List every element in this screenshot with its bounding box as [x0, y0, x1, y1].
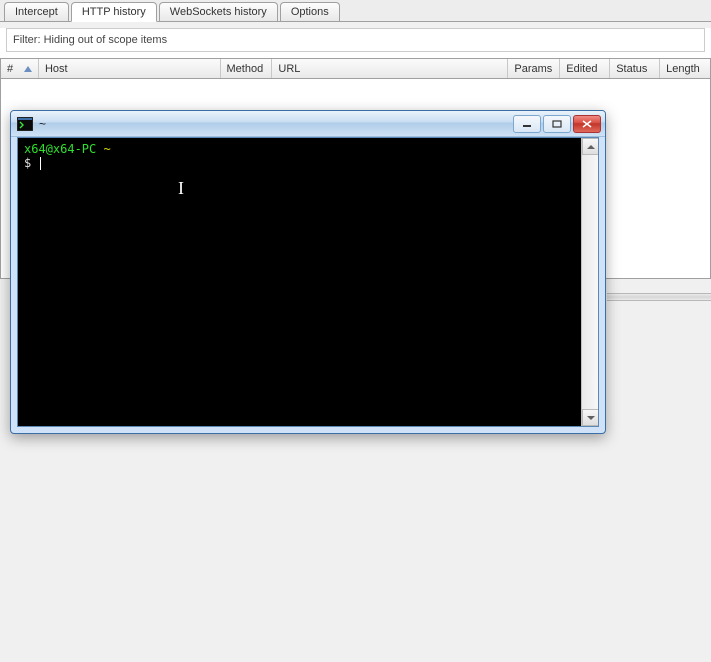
close-button[interactable]	[573, 115, 601, 133]
filter-bar[interactable]: Filter: Hiding out of scope items	[6, 28, 705, 52]
column-url[interactable]: URL	[272, 59, 508, 78]
window-title: ~	[39, 117, 513, 131]
panel-separator[interactable]	[607, 293, 711, 301]
terminal-prompt-path: ~	[103, 142, 110, 156]
column-params[interactable]: Params	[508, 59, 560, 78]
maximize-button[interactable]	[543, 115, 571, 133]
column-status[interactable]: Status	[610, 59, 660, 78]
terminal-content: x64@x64-PC ~ $	[24, 142, 576, 170]
column-method[interactable]: Method	[221, 59, 273, 78]
tab-intercept[interactable]: Intercept	[4, 2, 69, 21]
close-icon	[582, 120, 592, 128]
terminal-scrollbar[interactable]	[581, 138, 598, 426]
terminal-app-icon	[17, 117, 33, 131]
chevron-up-icon	[587, 145, 595, 149]
column-number-label: #	[7, 63, 13, 75]
terminal-body[interactable]: x64@x64-PC ~ $ I	[17, 137, 599, 427]
terminal-window[interactable]: ~ x64@x64-PC ~ $	[10, 110, 606, 434]
column-host[interactable]: Host	[39, 59, 221, 78]
titlebar[interactable]: ~	[11, 111, 605, 137]
window-buttons	[513, 115, 601, 133]
terminal-prompt-symbol: $	[24, 156, 31, 170]
tab-websockets-history[interactable]: WebSockets history	[159, 2, 278, 21]
chevron-down-icon	[587, 416, 595, 420]
filter-value: Hiding out of scope items	[44, 34, 168, 46]
column-edited[interactable]: Edited	[560, 59, 610, 78]
filter-label: Filter:	[13, 34, 41, 46]
minimize-icon	[522, 120, 532, 128]
column-number[interactable]: #	[1, 59, 39, 78]
minimize-button[interactable]	[513, 115, 541, 133]
tab-bar: Intercept HTTP history WebSockets histor…	[0, 0, 711, 22]
text-caret-icon: I	[178, 178, 184, 199]
maximize-icon	[552, 120, 562, 128]
terminal-cursor	[40, 157, 41, 170]
terminal-prompt-user: x64@x64-PC	[24, 142, 96, 156]
tab-http-history[interactable]: HTTP history	[71, 2, 157, 22]
table-header: # Host Method URL Params Edited Status L…	[0, 58, 711, 79]
tab-options[interactable]: Options	[280, 2, 340, 21]
scroll-up-button[interactable]	[582, 138, 599, 155]
column-length[interactable]: Length	[660, 59, 710, 78]
scroll-down-button[interactable]	[582, 409, 599, 426]
sort-ascending-icon	[24, 66, 32, 72]
